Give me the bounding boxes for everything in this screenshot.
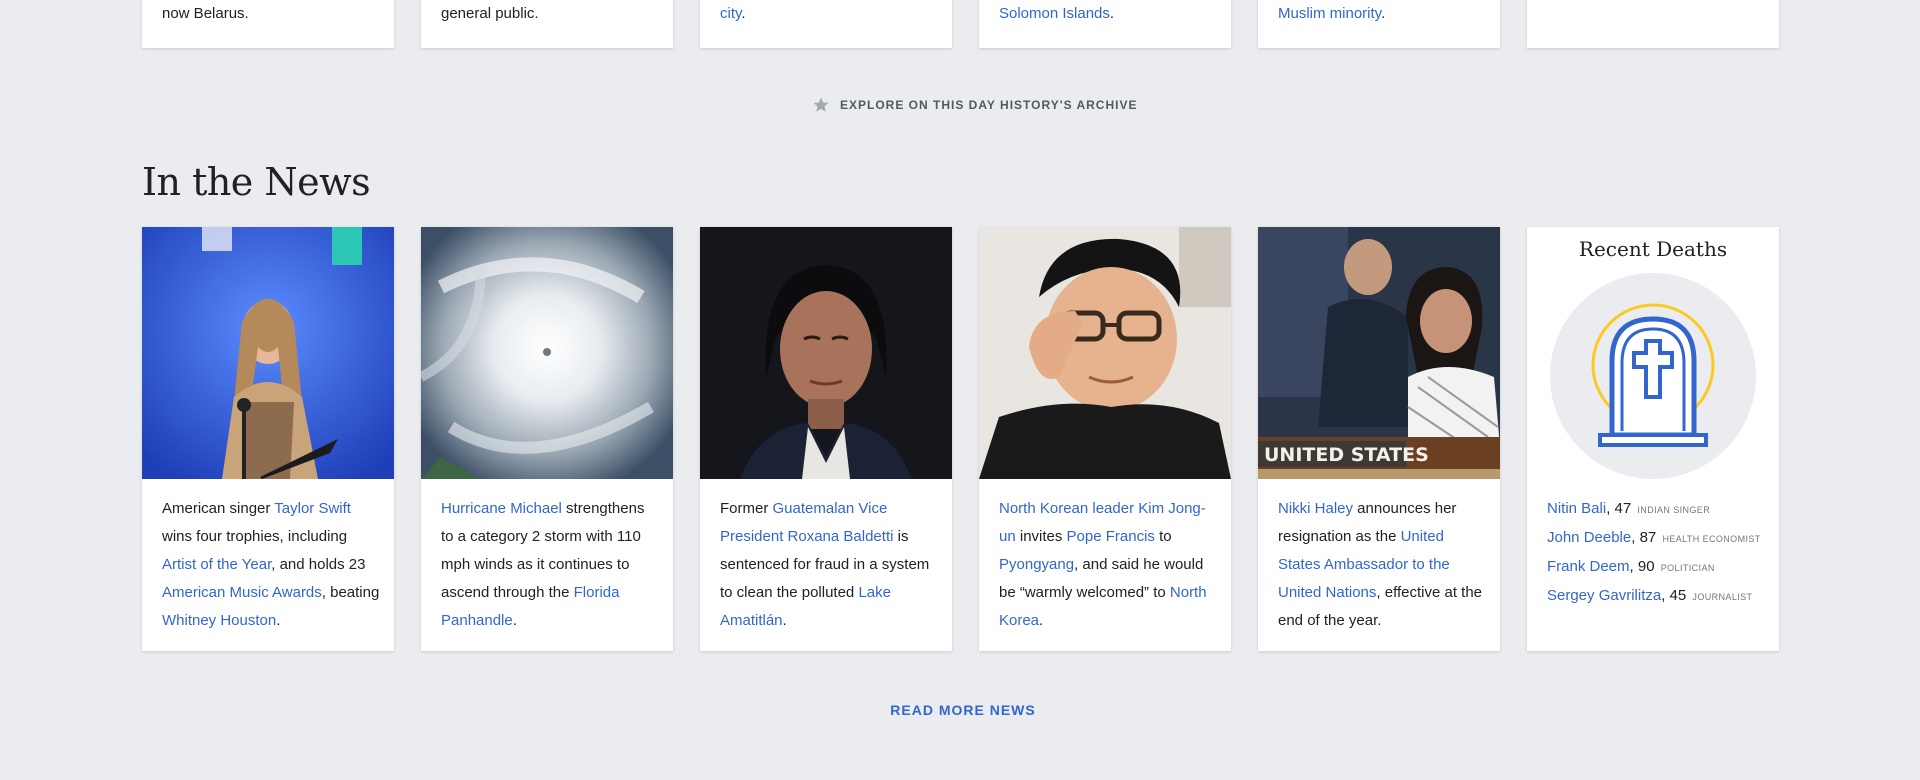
news-link[interactable]: Artist of the Year (162, 556, 271, 573)
card-text: general public. (441, 5, 539, 22)
on-this-day-card: general public. (421, 0, 673, 48)
news-text: Former Guatemalan Vice President Roxana … (720, 500, 930, 629)
list-item: Sergey Gavrilitza, 45 JOURNALIST (1547, 587, 1753, 604)
read-more-news-link[interactable]: READ MORE NEWS (0, 702, 1920, 718)
news-image-leader[interactable] (979, 227, 1231, 479)
on-this-day-card: city. (700, 0, 952, 48)
star-icon (813, 97, 829, 112)
news-text: American singer Taylor Swift wins four t… (162, 500, 380, 629)
card-link[interactable]: Muslim minority (1278, 5, 1381, 22)
on-this-day-card: Muslim minority. (1258, 0, 1500, 48)
explore-archive-link[interactable]: EXPLORE ON THIS DAY HISTORY'S ARCHIVE (812, 96, 1137, 114)
news-card: UNITED STATES Nikki Haley announces her … (1258, 227, 1500, 651)
news-card: Hurricane Michael strengthens to a categ… (421, 227, 673, 651)
news-link[interactable]: Pyongyang (999, 556, 1074, 573)
news-text: Hurricane Michael strengthens to a categ… (441, 500, 645, 629)
section-title: In the News (142, 160, 371, 204)
on-this-day-card: Solomon Islands. (979, 0, 1231, 48)
news-image-politician[interactable] (700, 227, 952, 479)
death-name-link[interactable]: Sergey Gavrilitza (1547, 587, 1661, 604)
death-name-link[interactable]: Nitin Bali (1547, 500, 1606, 517)
on-this-day-card (1527, 0, 1779, 48)
card-text: now Belarus. (162, 5, 249, 22)
news-card: Former Guatemalan Vice President Roxana … (700, 227, 952, 651)
news-image-ambassador[interactable]: UNITED STATES (1258, 227, 1500, 479)
card-link[interactable]: city (720, 5, 741, 22)
news-link[interactable]: Hurricane Michael (441, 500, 562, 517)
news-link[interactable]: Pope Francis (1067, 528, 1155, 545)
tombstone-icon (1550, 273, 1756, 479)
news-text: North Korean leader Kim Jong-un invites … (999, 500, 1207, 629)
list-item: Nitin Bali, 47 INDIAN SINGER (1547, 500, 1711, 517)
news-card: American singer Taylor Swift wins four t… (142, 227, 394, 651)
news-link[interactable]: Nikki Haley (1278, 500, 1353, 517)
news-image-hurricane[interactable] (421, 227, 673, 479)
news-image-singer[interactable] (142, 227, 394, 479)
recent-deaths-card: Recent Deaths Nitin Bali, 47 INDIAN SING… (1527, 227, 1779, 651)
news-link[interactable]: American Music Awards (162, 584, 322, 601)
card-link[interactable]: Solomon Islands (999, 5, 1110, 22)
recent-deaths-list: Nitin Bali, 47 INDIAN SINGER John Deeble… (1547, 495, 1769, 611)
news-text: Nikki Haley announces her resignation as… (1278, 500, 1483, 629)
on-this-day-card: now Belarus. (142, 0, 394, 48)
list-item: John Deeble, 87 HEALTH ECONOMIST (1547, 529, 1761, 546)
nameplate-text: UNITED STATES (1264, 444, 1429, 466)
news-link[interactable]: Taylor Swift (274, 500, 351, 517)
news-card: North Korean leader Kim Jong-un invites … (979, 227, 1231, 651)
list-item: Frank Deem, 90 POLITICIAN (1547, 558, 1715, 575)
death-name-link[interactable]: Frank Deem (1547, 558, 1630, 575)
recent-deaths-title: Recent Deaths (1578, 237, 1728, 261)
explore-label: EXPLORE ON THIS DAY HISTORY'S ARCHIVE (840, 98, 1138, 112)
death-name-link[interactable]: John Deeble (1547, 529, 1631, 546)
news-link[interactable]: Whitney Houston (162, 612, 276, 629)
